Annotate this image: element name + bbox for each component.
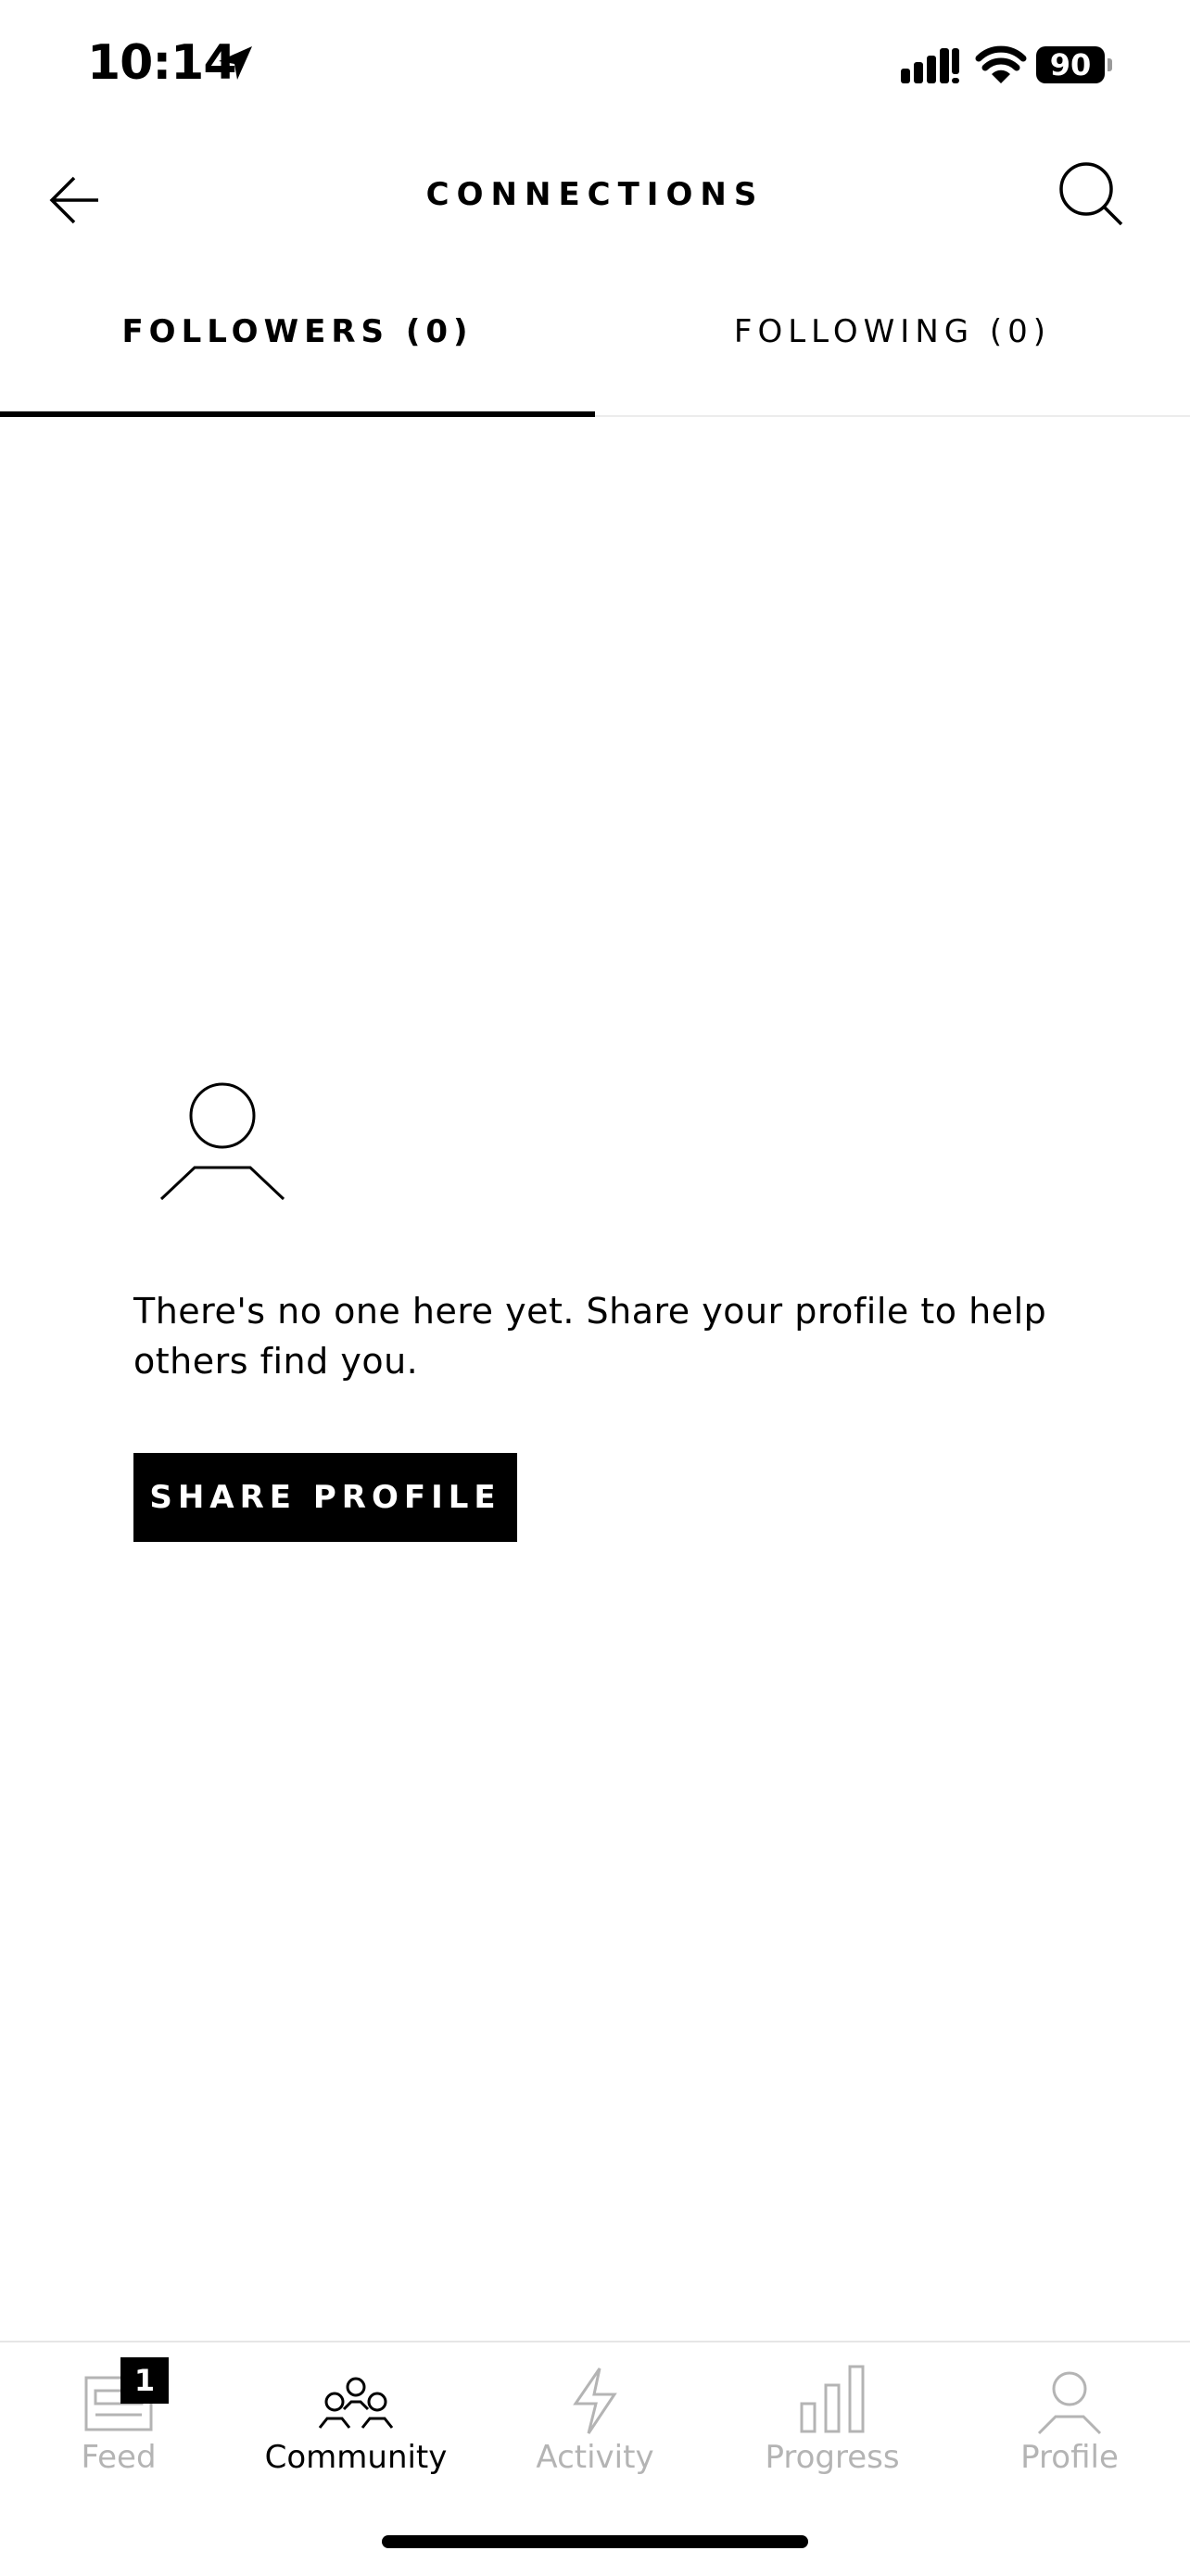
active-tab-indicator: [0, 411, 595, 417]
battery-level: 90: [1036, 46, 1105, 83]
share-profile-button[interactable]: SHARE PROFILE: [133, 1453, 517, 1542]
tab-followers[interactable]: FOLLOWERS (0): [0, 278, 595, 417]
header: CONNECTIONS: [0, 139, 1190, 254]
person-outline-icon: [159, 1082, 285, 1201]
battery-cap: [1108, 58, 1112, 71]
nav-label-activity: Activity: [536, 2439, 654, 2476]
tab-followers-label: FOLLOWERS (0): [121, 313, 474, 350]
nav-label-feed: Feed: [81, 2439, 157, 2476]
status-bar: 10:14 90: [0, 0, 1190, 139]
activity-bolt-icon: [573, 2368, 617, 2434]
nav-item-profile[interactable]: Profile: [951, 2342, 1188, 2500]
signal-icon: [901, 48, 959, 83]
nav-label-profile: Profile: [1020, 2439, 1119, 2476]
search-icon[interactable]: [1057, 159, 1125, 228]
tab-following-label: FOLLOWING (0): [733, 313, 1052, 350]
nav-item-community[interactable]: Community: [237, 2342, 475, 2500]
profile-person-icon: [1037, 2371, 1102, 2435]
nav-item-progress[interactable]: Progress: [714, 2342, 951, 2500]
home-indicator: [382, 2535, 808, 2548]
battery-icon: 90: [1036, 46, 1112, 83]
nav-label-progress: Progress: [765, 2439, 900, 2476]
empty-state-message: There's no one here yet. Share your prof…: [133, 1291, 1047, 1382]
wifi-icon: [975, 45, 1027, 83]
nav-label-community: Community: [264, 2439, 448, 2476]
location-arrow-icon: [219, 46, 252, 80]
tab-following[interactable]: FOLLOWING (0): [595, 278, 1190, 415]
community-icon: [318, 2377, 394, 2429]
status-time: 10:14: [87, 35, 237, 91]
page-title: CONNECTIONS: [425, 176, 765, 213]
nav-item-activity[interactable]: Activity: [476, 2342, 714, 2500]
progress-bars-icon: [800, 2365, 865, 2433]
nav-item-feed[interactable]: 1 Feed: [0, 2342, 237, 2500]
connections-tabs: FOLLOWERS (0) FOLLOWING (0): [0, 278, 1190, 417]
feed-badge: 1: [120, 2357, 169, 2404]
